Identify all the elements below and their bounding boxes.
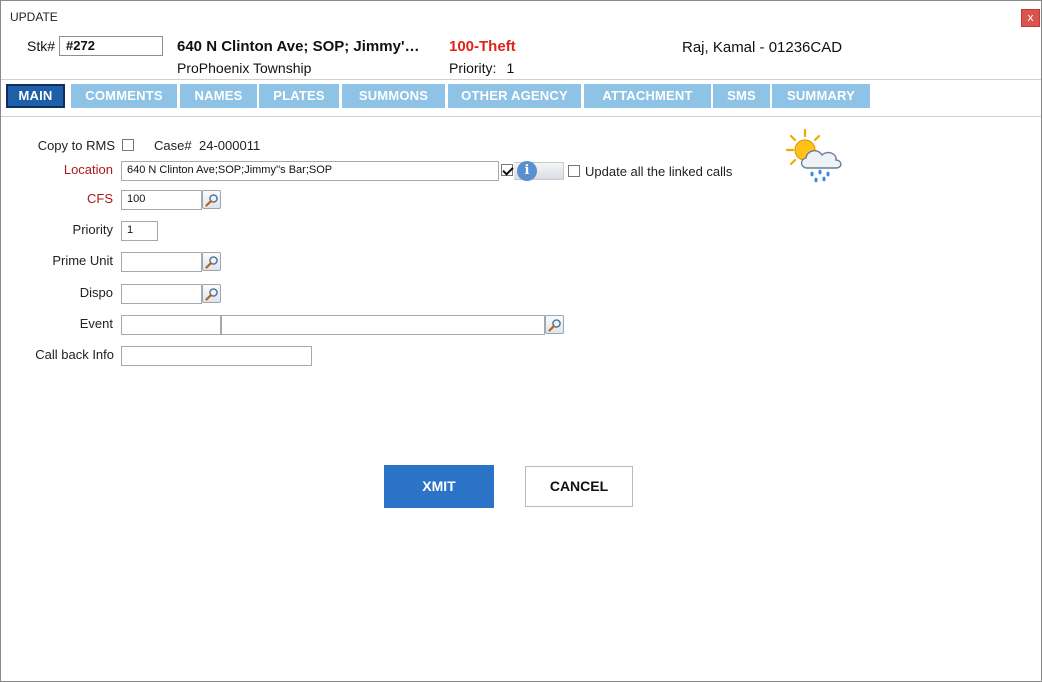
magnifier-icon xyxy=(205,256,218,269)
copy-to-rms-checkbox[interactable] xyxy=(122,139,134,151)
prime-unit-label: Prime Unit xyxy=(52,253,113,268)
event-label: Event xyxy=(79,316,113,331)
call-address: 640 N Clinton Ave; SOP; Jimmy'… xyxy=(177,38,420,55)
weather-sun-cloud-rain-icon xyxy=(785,128,842,183)
priority-label: Priority xyxy=(72,222,113,237)
event-code-input[interactable] xyxy=(121,315,221,335)
tab-summary[interactable]: SUMMARY xyxy=(772,84,870,108)
update-linked-calls-label: Update all the linked calls xyxy=(585,164,733,179)
tab-attachment[interactable]: ATTACHMENT xyxy=(584,84,711,108)
call-township: ProPhoenix Township xyxy=(177,60,312,76)
stk-label: Stk# xyxy=(27,38,56,54)
tab-comments[interactable]: COMMENTS xyxy=(71,84,177,108)
copy-to-rms-label: Copy to RMS xyxy=(37,138,115,153)
tab-names[interactable]: NAMES xyxy=(180,84,257,108)
callback-info-label: Call back Info xyxy=(35,347,114,362)
tab-main[interactable]: MAIN xyxy=(6,84,65,108)
header-priority-label: Priority: xyxy=(449,60,497,76)
dialog-title: UPDATE xyxy=(10,10,58,24)
magnifier-icon xyxy=(205,194,218,207)
header-divider xyxy=(1,79,1041,80)
stk-number-field[interactable]: #272 xyxy=(59,36,163,56)
header-priority: Priority: 1 xyxy=(449,60,514,76)
location-label: Location xyxy=(63,162,113,177)
update-dialog: UPDATE x Stk# #272 640 N Clinton Ave; SO… xyxy=(0,0,1042,682)
update-linked-calls-checkbox[interactable] xyxy=(568,165,580,177)
dispo-label: Dispo xyxy=(79,285,113,300)
cfs-label: CFS xyxy=(87,191,113,206)
tab-summons[interactable]: SUMMONS xyxy=(342,84,445,108)
prime-unit-input[interactable] xyxy=(121,252,202,272)
call-type: 100-Theft xyxy=(449,38,516,55)
magnifier-icon xyxy=(205,288,218,301)
location-verified-checkbox[interactable] xyxy=(501,164,513,176)
dispo-lookup-button[interactable] xyxy=(202,284,221,303)
tabs-divider xyxy=(1,116,1041,117)
close-button[interactable]: x xyxy=(1021,9,1040,27)
title-bar: UPDATE x xyxy=(1,1,1041,31)
officer-name: Raj, Kamal - 01236CAD xyxy=(682,39,843,56)
dispo-input[interactable] xyxy=(121,284,202,304)
header-priority-value: 1 xyxy=(506,60,515,76)
location-input[interactable]: 640 N Clinton Ave;SOP;Jimmy''s Bar;SOP xyxy=(121,161,499,181)
tab-other-agency[interactable]: OTHER AGENCY xyxy=(448,84,581,108)
callback-info-input[interactable] xyxy=(121,346,312,366)
case-number: 24-000011 xyxy=(199,138,261,153)
tab-sms[interactable]: SMS xyxy=(713,84,770,108)
tab-plates[interactable]: PLATES xyxy=(259,84,339,108)
cancel-button[interactable]: CANCEL xyxy=(525,466,633,507)
priority-input[interactable]: 1 xyxy=(121,221,158,241)
cfs-input[interactable]: 100 xyxy=(121,190,202,210)
magnifier-icon xyxy=(548,319,561,332)
cfs-lookup-button[interactable] xyxy=(202,190,221,209)
event-lookup-button[interactable] xyxy=(545,315,564,334)
xmit-button[interactable]: XMIT xyxy=(384,465,494,508)
event-description-input[interactable] xyxy=(221,315,545,335)
case-label: Case# xyxy=(154,138,192,153)
prime-unit-lookup-button[interactable] xyxy=(202,252,221,271)
info-icon[interactable]: i xyxy=(517,161,537,181)
